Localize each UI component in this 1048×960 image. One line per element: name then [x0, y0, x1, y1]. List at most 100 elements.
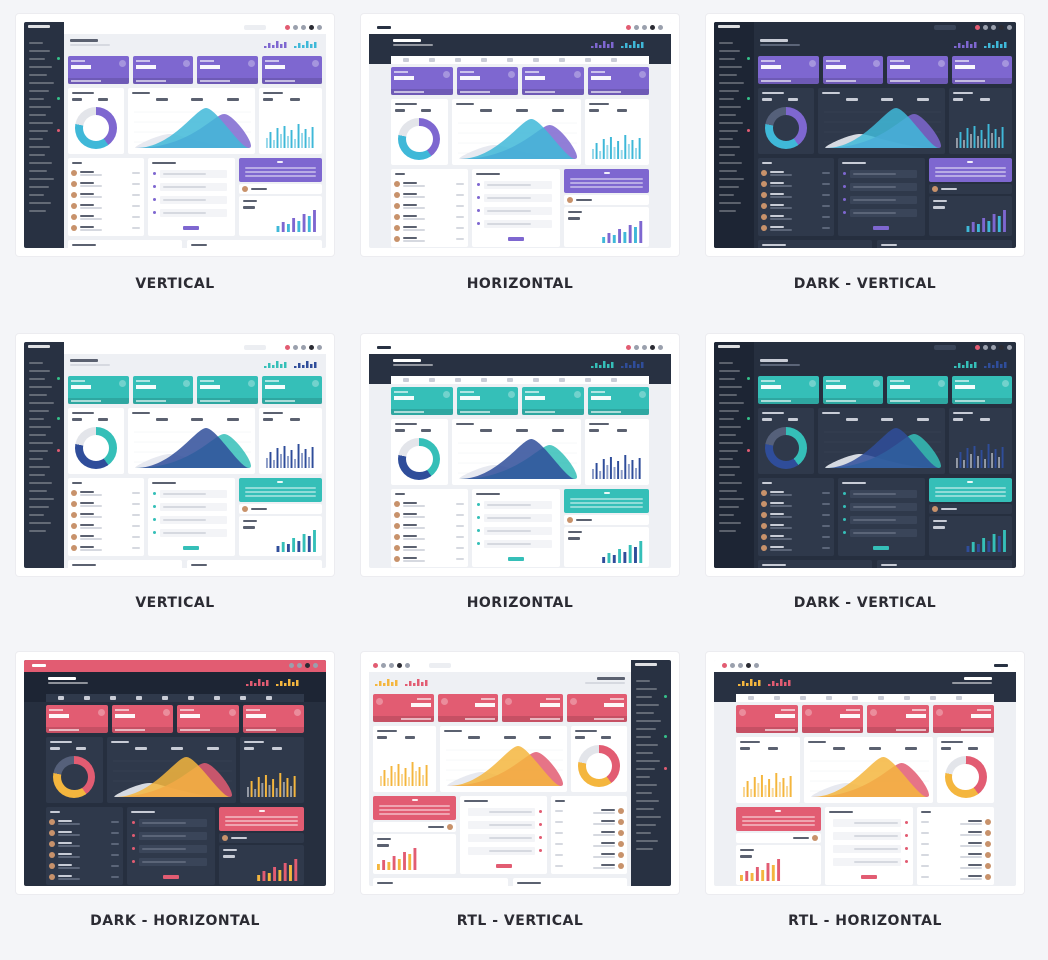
user-name	[403, 182, 417, 184]
sidebar-item	[29, 178, 54, 180]
toolbar-icon	[405, 663, 410, 668]
user-role	[80, 538, 102, 540]
toolbar-icon	[301, 25, 306, 30]
sidebar-item	[29, 194, 44, 196]
sidebar-item	[29, 482, 52, 484]
sidebar-logo	[28, 345, 60, 352]
sidebar-logo	[718, 345, 750, 352]
user-name	[403, 535, 417, 537]
stat-footer-text	[525, 91, 555, 93]
sidebar-badge	[57, 97, 60, 100]
preview-card-2[interactable]	[361, 14, 679, 256]
stat-text	[774, 714, 795, 718]
preview-caption: VERTICAL	[135, 595, 215, 611]
toolbar-icon	[738, 663, 743, 668]
sidebar-item	[636, 728, 656, 730]
stat-text	[954, 60, 969, 62]
user-name	[600, 842, 615, 844]
panel-title	[575, 730, 598, 732]
sidebar-badge	[57, 377, 60, 380]
stat-text	[416, 698, 431, 700]
panel-title	[941, 741, 964, 743]
stat-card	[951, 56, 1012, 84]
sidebar-item	[29, 154, 45, 156]
stat-icon	[294, 709, 301, 716]
sidebar-badge	[747, 97, 750, 100]
topbar	[754, 342, 1016, 354]
sidebar-item	[636, 824, 656, 826]
preview-card-5[interactable]	[361, 334, 679, 576]
user-meta	[920, 843, 929, 845]
panel-title	[152, 482, 177, 484]
user-name	[403, 513, 417, 515]
stat-text	[890, 60, 904, 62]
user-meta	[456, 547, 465, 549]
sidebar-logo	[28, 25, 60, 32]
sidebar-item	[29, 162, 52, 164]
area-chart	[823, 108, 941, 148]
header-sparkline	[294, 361, 317, 368]
preview-card-9[interactable]	[706, 652, 1024, 894]
stat-text	[825, 60, 840, 62]
activity-text	[853, 493, 897, 495]
avatar	[984, 852, 991, 858]
preview-card-4[interactable]	[16, 334, 334, 576]
stat-icon	[247, 60, 255, 67]
page-title	[393, 39, 421, 42]
stat-card	[132, 376, 193, 404]
monthly-panel	[258, 408, 322, 474]
user-role	[80, 196, 102, 198]
preview-card-8[interactable]	[361, 652, 679, 894]
panel-title	[395, 103, 417, 105]
user-name	[80, 524, 94, 526]
stat-footer	[566, 716, 627, 722]
logo-mark	[718, 345, 741, 348]
monthly-panel	[948, 408, 1012, 474]
analytics-panel	[804, 737, 934, 803]
bubble-author	[219, 833, 304, 843]
stat-text	[410, 703, 431, 707]
avatar	[617, 863, 624, 869]
timeline-dot	[132, 821, 136, 824]
preview-card-6[interactable]	[706, 334, 1024, 576]
stat-card	[177, 705, 239, 733]
stat-text	[459, 71, 474, 73]
toolbar-icon	[313, 663, 318, 668]
preview-card-1[interactable]	[16, 14, 334, 256]
avatar	[761, 170, 767, 176]
sidebar-item	[719, 114, 736, 116]
preview-card-7[interactable]	[16, 652, 334, 894]
user-name	[58, 831, 72, 833]
user-name	[967, 853, 982, 855]
user-meta	[456, 227, 465, 229]
horizontal-menu	[736, 694, 994, 702]
avatar	[617, 841, 624, 847]
timeline-dot	[477, 209, 481, 212]
bubble-text	[742, 824, 815, 826]
user-role	[592, 823, 615, 825]
activity-panel	[472, 489, 561, 567]
panel-value	[762, 418, 772, 421]
stat-footer	[261, 78, 322, 84]
stat-card	[111, 705, 173, 733]
preview-card-3[interactable]	[706, 14, 1024, 256]
activity-text	[163, 212, 207, 214]
panel-title	[881, 244, 898, 246]
user-name	[770, 502, 784, 504]
stat-card	[437, 694, 498, 722]
sidebar-badge	[57, 417, 60, 420]
user-name	[600, 864, 615, 866]
stat-text	[954, 65, 975, 69]
timeline-dot	[538, 810, 542, 813]
sidebar-badge	[57, 449, 60, 452]
sidebar-item	[719, 394, 737, 396]
stat-footer-text	[761, 400, 791, 402]
bubble-text	[934, 167, 1006, 169]
avatar	[49, 863, 55, 869]
stat-text	[200, 60, 214, 62]
user-meta	[132, 172, 141, 174]
menu-item	[956, 696, 962, 700]
stat-footer	[502, 716, 563, 722]
message-bubble	[219, 807, 304, 831]
user-name	[403, 237, 417, 239]
